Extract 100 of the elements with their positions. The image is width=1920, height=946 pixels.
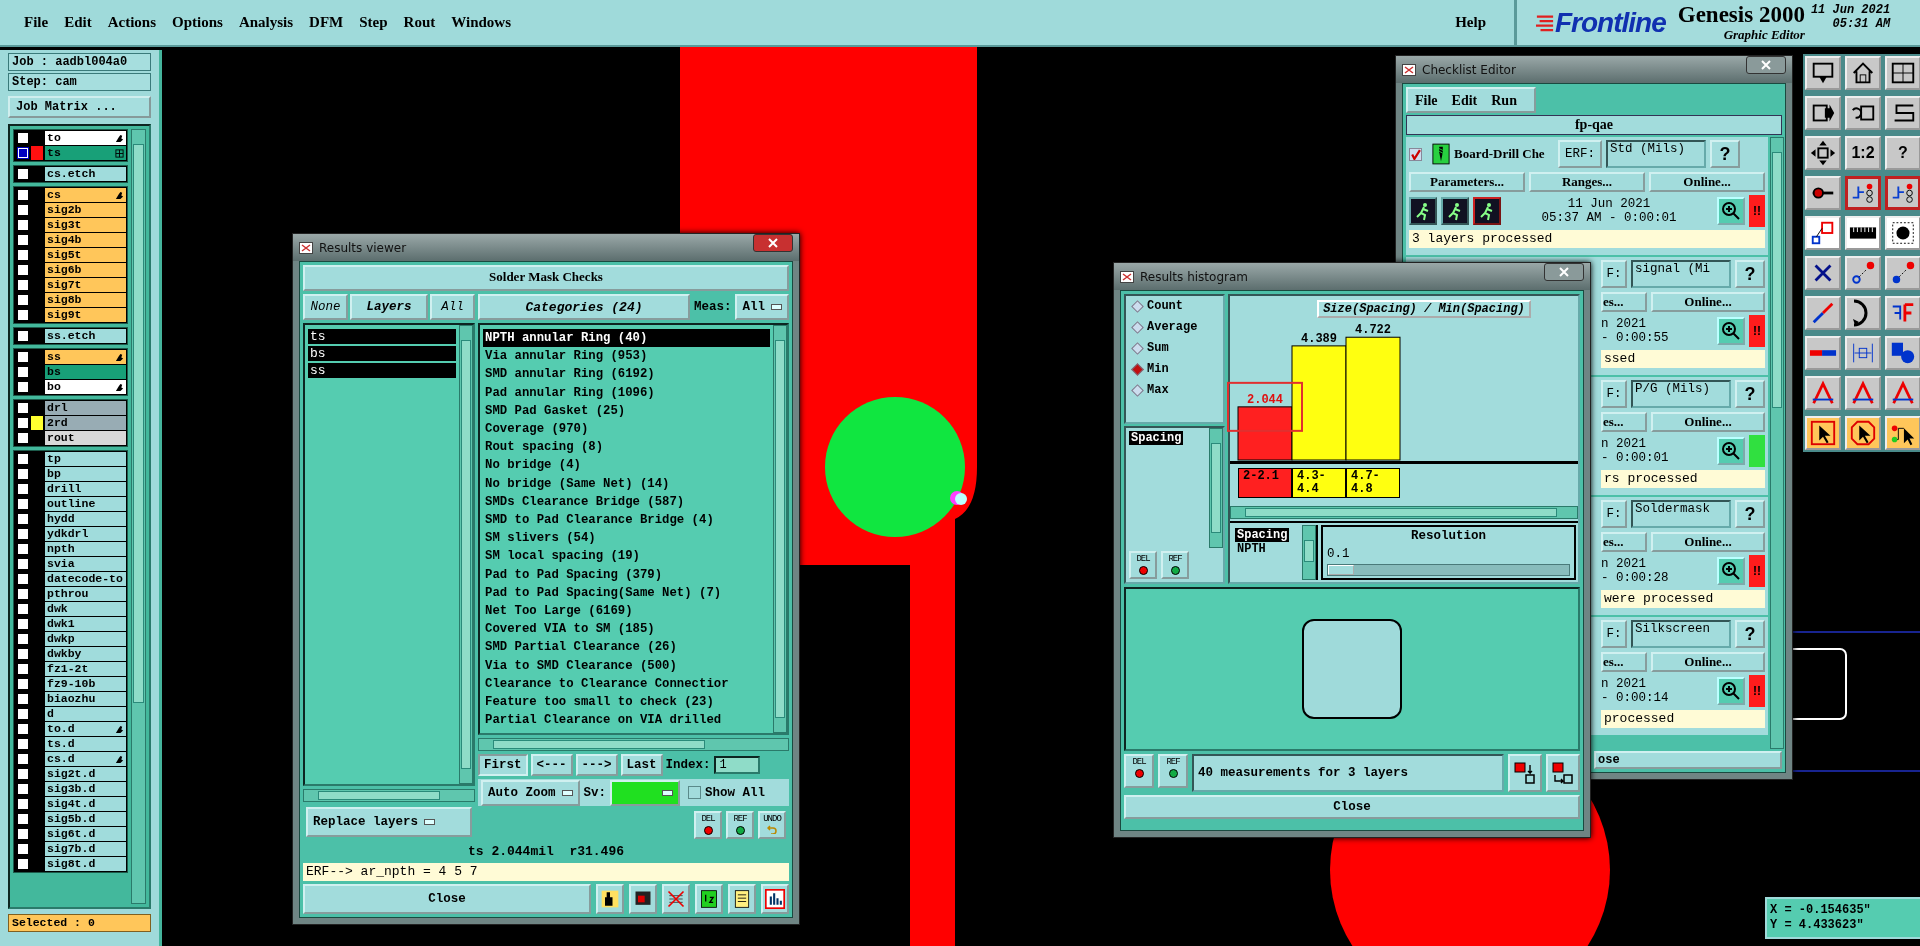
category-item[interactable]: Net Too Large (6169) bbox=[483, 602, 770, 621]
layer-checkbox[interactable] bbox=[18, 484, 28, 494]
layer-name[interactable]: fz1-2t bbox=[45, 662, 126, 676]
edit-button[interactable]: REF bbox=[1158, 754, 1188, 788]
zoom-button[interactable] bbox=[1717, 557, 1745, 585]
layer-checkbox[interactable] bbox=[18, 694, 28, 704]
erf-field[interactable]: Silkscreen bbox=[1631, 620, 1731, 648]
layer-checkbox[interactable] bbox=[18, 634, 28, 644]
menu-item[interactable]: Options bbox=[166, 12, 229, 33]
ranges-button[interactable]: es... bbox=[1601, 412, 1647, 432]
menu-item[interactable]: DFM bbox=[303, 12, 350, 33]
category-item[interactable]: Partial Clearance on VIA drilled bbox=[483, 711, 770, 730]
layer-checkbox[interactable] bbox=[18, 649, 28, 659]
layer-name[interactable]: svia bbox=[45, 557, 126, 571]
enable-checkbox[interactable] bbox=[1409, 147, 1422, 161]
run-button[interactable] bbox=[1473, 197, 1501, 225]
layer-name[interactable]: sig5b.d bbox=[45, 812, 126, 826]
zoom-button[interactable] bbox=[1717, 677, 1745, 705]
layer-name[interactable]: sig4t.d bbox=[45, 797, 126, 811]
layer-checkbox[interactable] bbox=[18, 190, 28, 200]
navigation-button[interactable]: ---> bbox=[575, 754, 618, 777]
edit-button[interactable]: UNDO bbox=[758, 811, 786, 839]
layer-name[interactable]: drl bbox=[45, 401, 126, 415]
mode-radio[interactable] bbox=[1131, 320, 1144, 334]
erf-button[interactable]: F: bbox=[1601, 380, 1627, 408]
tool-button[interactable]: 1:2 bbox=[1845, 136, 1881, 170]
category-item[interactable]: No bridge (4) bbox=[483, 456, 770, 475]
category-item[interactable]: SMD Partial Clearance (26) bbox=[483, 638, 770, 657]
layer-checkbox[interactable] bbox=[18, 352, 28, 362]
layer-checkbox[interactable] bbox=[18, 754, 28, 764]
layer-checkbox[interactable] bbox=[18, 859, 28, 869]
category-item[interactable]: Clearance to Clearance Connectior bbox=[483, 674, 770, 694]
online-button[interactable]: Online... bbox=[1651, 412, 1765, 432]
menu-item[interactable]: Rout bbox=[397, 12, 442, 33]
edit-button[interactable]: REF bbox=[726, 811, 754, 839]
layer-list-item[interactable]: bs bbox=[308, 346, 456, 361]
zoom-button[interactable] bbox=[1717, 437, 1745, 465]
run-button[interactable] bbox=[1409, 197, 1437, 225]
close-button[interactable] bbox=[753, 234, 793, 252]
mode-radio[interactable] bbox=[1131, 383, 1144, 397]
ranges-button[interactable]: Ranges... bbox=[1529, 172, 1645, 192]
erf-button[interactable]: F: bbox=[1601, 620, 1627, 648]
help-button[interactable]: ? bbox=[1735, 620, 1765, 648]
erf-field[interactable]: Soldermask bbox=[1631, 500, 1731, 528]
layer-name[interactable]: sig2b bbox=[45, 203, 126, 217]
layer-name[interactable]: sig8t.d bbox=[45, 857, 126, 871]
layer-name[interactable]: sig6t.d bbox=[45, 827, 126, 841]
category-item[interactable]: Pad to Pad Spacing(Same Net) (7) bbox=[483, 583, 770, 603]
category-item[interactable]: SMD Pad Gasket (25) bbox=[483, 401, 770, 420]
layer-name[interactable]: ss bbox=[45, 350, 126, 364]
layer-name[interactable]: dwkby bbox=[45, 647, 126, 661]
layer-name[interactable]: sig5t bbox=[45, 248, 126, 262]
category-item[interactable]: No bridge (Same Net) (14) bbox=[483, 474, 770, 493]
layer-checkbox[interactable] bbox=[18, 367, 28, 377]
help-menu[interactable]: Help bbox=[1449, 12, 1492, 33]
mode-radio[interactable] bbox=[1131, 299, 1144, 313]
scrollbar[interactable] bbox=[773, 325, 787, 734]
edit-button[interactable]: DEL bbox=[1124, 754, 1154, 788]
resolution-slider[interactable] bbox=[1327, 564, 1570, 576]
category-item[interactable]: SMD to Pad Clearance Bridge (4) bbox=[483, 511, 770, 530]
layer-checkbox[interactable] bbox=[18, 769, 28, 779]
layer-name[interactable]: hydd bbox=[45, 512, 126, 526]
help-button[interactable]: ? bbox=[1735, 380, 1765, 408]
layer-checkbox[interactable] bbox=[18, 784, 28, 794]
layer-name[interactable]: sig3t bbox=[45, 218, 126, 232]
layer-checkbox[interactable] bbox=[18, 433, 28, 443]
layer-checkbox[interactable] bbox=[18, 559, 28, 569]
layer-filter-button[interactable]: Layers bbox=[350, 294, 428, 320]
layer-checkbox[interactable] bbox=[18, 469, 28, 479]
scrollbar[interactable] bbox=[1230, 506, 1578, 519]
zoom-mode-dropdown[interactable]: Auto Zoom bbox=[481, 779, 580, 806]
layer-checkbox[interactable] bbox=[18, 799, 28, 809]
layer-checkbox[interactable] bbox=[18, 814, 28, 824]
category-item[interactable]: Via annular Ring (953) bbox=[483, 347, 770, 366]
layer-name[interactable]: dwkp bbox=[45, 632, 126, 646]
layer-name[interactable]: pthrou bbox=[45, 587, 126, 601]
category-item[interactable]: Feature too small to check (23) bbox=[483, 693, 770, 712]
layer-name[interactable]: cs.d bbox=[45, 752, 126, 766]
layer-checkbox[interactable] bbox=[18, 280, 28, 290]
layer-checkbox[interactable] bbox=[18, 589, 28, 599]
layer-list-item[interactable]: ts bbox=[308, 329, 456, 344]
mode-radio[interactable] bbox=[1131, 341, 1144, 355]
layer-checkbox[interactable] bbox=[18, 514, 28, 524]
scrollbar[interactable] bbox=[303, 789, 475, 802]
category-item[interactable]: NPTH annular Ring (40) bbox=[483, 329, 770, 348]
layer-name[interactable]: sig8b bbox=[45, 293, 126, 307]
layer-name[interactable]: ss.etch bbox=[45, 329, 126, 343]
layer-name[interactable]: cs.etch bbox=[45, 167, 126, 181]
layer-name[interactable]: sig3b.d bbox=[45, 782, 126, 796]
menu-item[interactable]: Edit bbox=[58, 12, 98, 33]
show-all-checkbox[interactable] bbox=[688, 786, 702, 800]
online-button[interactable]: Online... bbox=[1651, 292, 1765, 312]
navigation-button[interactable]: Last bbox=[620, 754, 663, 777]
menu-item[interactable]: File bbox=[18, 12, 55, 33]
measure-item[interactable]: Spacing bbox=[1235, 528, 1290, 542]
online-button[interactable]: Online... bbox=[1651, 652, 1765, 672]
close-button[interactable]: Close bbox=[303, 884, 591, 914]
close-button[interactable] bbox=[1746, 56, 1786, 74]
layer-name[interactable]: bo bbox=[45, 380, 126, 394]
sv-dropdown[interactable] bbox=[610, 779, 681, 806]
